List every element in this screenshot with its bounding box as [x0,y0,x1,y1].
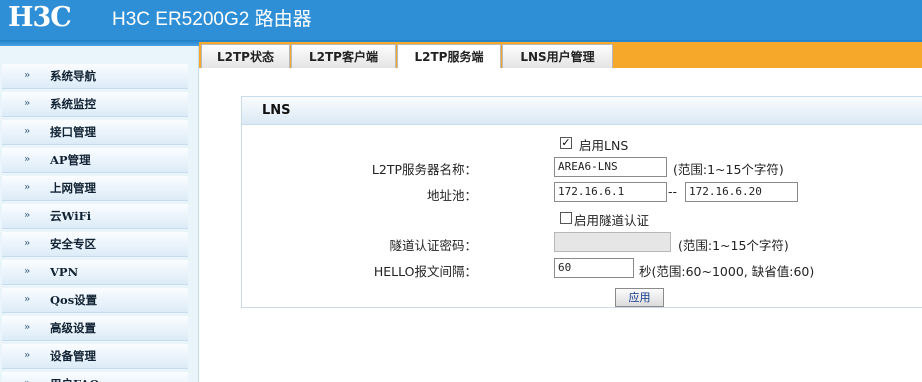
double-chevron-right-icon: » [24,294,31,305]
sidebar: » 系统导航 » 系统监控 » 接口管理 » AP管理 » 上网管理 » 云Wi… [0,46,199,382]
address-pool-separator: -- [668,184,678,199]
header-bar: H3C H3C ER5200G2 路由器 [0,0,922,40]
sidebar-item-label: 高级设置 [50,321,96,335]
double-chevron-right-icon: » [24,322,31,333]
double-chevron-right-icon: » [24,70,31,81]
tab-l2tp-status[interactable]: L2TP状态 [201,44,290,68]
sidebar-item-qos-settings[interactable]: » Qos设置 [2,288,188,313]
tunnel-password-hint: (范围:1~15个字符) [678,238,789,253]
sidebar-item-label: Qos设置 [50,293,98,307]
tab-lns-user-management[interactable]: LNS用户管理 [502,44,613,68]
enable-lns-checkbox[interactable]: ✓ [560,137,572,149]
sidebar-item-user-faq[interactable]: » 用户FAQ [2,372,188,382]
double-chevron-right-icon: » [24,98,31,109]
tab-l2tp-server[interactable]: L2TP服务端 [397,44,501,68]
tunnel-password-input[interactable] [554,232,671,252]
address-pool-start-input[interactable]: 172.16.6.1 [554,182,667,202]
product-title: H3C ER5200G2 路由器 [112,9,312,30]
address-pool-label: 地址池： [426,188,477,203]
tab-bar: L2TP状态 L2TP客户端 L2TP服务端 LNS用户管理 [199,42,922,68]
sidebar-item-label: 系统监控 [50,97,96,111]
sidebar-item-label: 接口管理 [50,125,96,139]
sidebar-item-label: 设备管理 [50,349,96,363]
double-chevron-right-icon: » [24,350,31,361]
double-chevron-right-icon: » [24,154,31,165]
main-content: LNS ✓ 启用LNS L2TP服务器名称： AREA6-LNS (范围:1~1… [199,68,922,382]
double-chevron-right-icon: » [24,238,31,249]
h3c-logo: H3C [8,2,72,33]
sidebar-item-cloud-wifi[interactable]: » 云WiFi [2,204,188,229]
tab-l2tp-client[interactable]: L2TP客户端 [291,44,396,68]
sidebar-item-label: 上网管理 [50,181,96,195]
panel-title: LNS [242,97,922,125]
sidebar-item-security-zone[interactable]: » 安全专区 [2,232,188,257]
double-chevron-right-icon: » [24,126,31,137]
sidebar-item-ap-management[interactable]: » AP管理 [2,148,188,173]
sidebar-item-interface-management[interactable]: » 接口管理 [2,120,188,145]
address-pool-end-input[interactable]: 172.16.6.20 [685,182,798,202]
sidebar-item-label: VPN [50,265,79,279]
server-name-hint: (范围:1~15个字符) [673,162,784,177]
tunnel-password-label: 隧道认证密码： [389,238,477,253]
sidebar-item-label: AP管理 [50,153,91,167]
apply-button[interactable]: 应用 [615,288,664,307]
server-name-input[interactable]: AREA6-LNS [554,157,667,177]
sidebar-item-label: 安全专区 [50,237,96,251]
sidebar-item-label: 云WiFi [50,209,92,223]
enable-lns-label: 启用LNS [579,138,629,153]
sidebar-item-system-navigation[interactable]: » 系统导航 [2,64,188,89]
hello-interval-hint: 秒(范围:60~1000, 缺省值:60) [639,264,815,279]
double-chevron-right-icon: » [24,210,31,221]
hello-interval-input[interactable]: 60 [554,258,634,278]
double-chevron-right-icon: » [24,266,31,277]
sidebar-item-device-management[interactable]: » 设备管理 [2,344,188,369]
tunnel-auth-label: 启用隧道认证 [574,213,650,228]
hello-interval-label: HELLO报文间隔： [373,264,477,279]
sidebar-item-label: 系统导航 [50,69,96,83]
sidebar-item-advanced-settings[interactable]: » 高级设置 [2,316,188,341]
double-chevron-right-icon: » [24,372,36,382]
server-name-label: L2TP服务器名称： [371,162,477,177]
sidebar-item-system-monitor[interactable]: » 系统监控 [2,92,188,117]
sidebar-item-internet-management[interactable]: » 上网管理 [2,176,188,201]
double-chevron-right-icon: » [24,182,31,193]
tunnel-auth-checkbox[interactable] [560,212,572,224]
sidebar-item-vpn[interactable]: » VPN [2,260,188,285]
sidebar-item-label: 用户FAQ [50,372,99,382]
